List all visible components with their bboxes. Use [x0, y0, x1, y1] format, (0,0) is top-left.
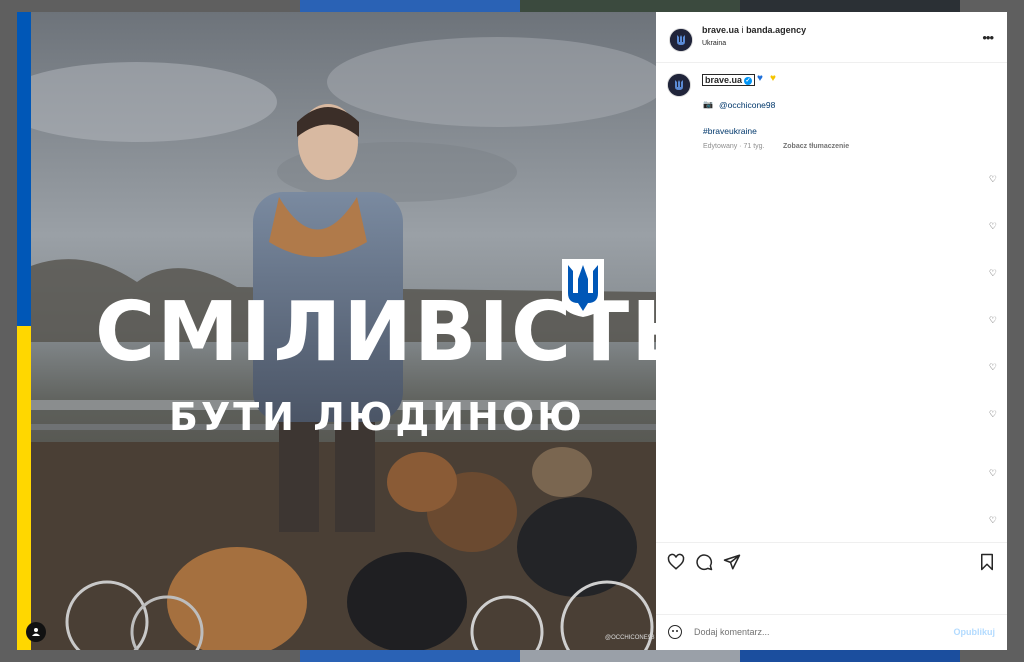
add-comment-bar: Opublikuj: [656, 614, 1007, 651]
post-authors: brave.ua i banda.agency: [702, 25, 806, 35]
background-post-thumbnail: [300, 650, 520, 662]
camera-emoji: 📷: [703, 100, 713, 109]
verified-badge-icon: ✓: [744, 76, 753, 85]
comment-like-icon[interactable]: ♡: [989, 268, 997, 279]
tagged-users-icon[interactable]: [26, 622, 46, 642]
trident-emblem-icon: [562, 259, 604, 317]
publish-comment-button[interactable]: Opublikuj: [954, 627, 996, 637]
avatar[interactable]: [669, 28, 693, 52]
avatar-logo-icon: [670, 29, 692, 51]
background-post-thumbnail: [740, 0, 960, 12]
caption-username[interactable]: brave.ua ✓: [702, 74, 756, 86]
save-bookmark-icon[interactable]: [979, 553, 995, 571]
background-post-thumbnail: [520, 650, 740, 662]
see-translation-button[interactable]: Zobacz tłumaczenie: [783, 143, 849, 150]
avatar[interactable]: [667, 73, 691, 97]
comment-like-icon[interactable]: ♡: [989, 409, 997, 420]
person-icon: [32, 628, 40, 636]
background-post-thumbnail: [300, 0, 520, 12]
comment-like-icon[interactable]: ♡: [989, 362, 997, 373]
author-conjunction: i: [741, 25, 744, 35]
comment-like-icon[interactable]: ♡: [989, 315, 997, 326]
post-image[interactable]: СМІЛИВІСТЬ БУТИ ЛЮДИНОЮ @OCCHICONE98: [17, 12, 656, 650]
like-heart-icon[interactable]: [667, 553, 685, 571]
comment-icon[interactable]: [695, 553, 713, 571]
blue-heart-emoji: ♥: [757, 73, 763, 84]
flag-stripe-yellow: [17, 326, 31, 650]
post-location[interactable]: Ukraina: [702, 40, 726, 47]
image-subheadline: БУТИ ЛЮДИНОЮ: [169, 395, 585, 439]
comment-like-icon[interactable]: ♡: [989, 515, 997, 526]
post-header: brave.ua i banda.agency Ukraina •••: [656, 12, 1007, 63]
author-link[interactable]: brave.ua: [702, 25, 739, 35]
mention-link[interactable]: @occhicone98: [719, 100, 775, 110]
background-post-thumbnail: [740, 650, 960, 662]
more-options-icon[interactable]: •••: [982, 30, 994, 45]
flag-stripe-blue: [17, 12, 31, 326]
image-credit: @OCCHICONE98: [605, 635, 655, 641]
yellow-heart-emoji: ♥: [770, 73, 776, 84]
comment-input[interactable]: [694, 623, 934, 641]
caption-username-text: brave.ua: [705, 75, 743, 85]
hashtag-link[interactable]: #braveukraine: [703, 126, 757, 136]
avatar-logo-icon: [668, 74, 690, 96]
post-actions-bar: [656, 542, 1007, 615]
share-send-icon[interactable]: [723, 553, 741, 571]
comment-like-icon[interactable]: ♡: [989, 468, 997, 479]
comment-like-icon[interactable]: ♡: [989, 221, 997, 232]
author-link[interactable]: banda.agency: [746, 25, 806, 35]
emoji-picker-icon[interactable]: [668, 625, 682, 639]
edited-timestamp: Edytowany · 71 tyg.: [703, 143, 765, 150]
post-modal: СМІЛИВІСТЬ БУТИ ЛЮДИНОЮ @OCCHICONE98 bra: [17, 12, 1007, 650]
post-sidebar: brave.ua i banda.agency Ukraina ••• brav…: [656, 12, 1007, 650]
background-post-thumbnail: [520, 0, 740, 12]
comment-like-icon[interactable]: ♡: [989, 174, 997, 185]
